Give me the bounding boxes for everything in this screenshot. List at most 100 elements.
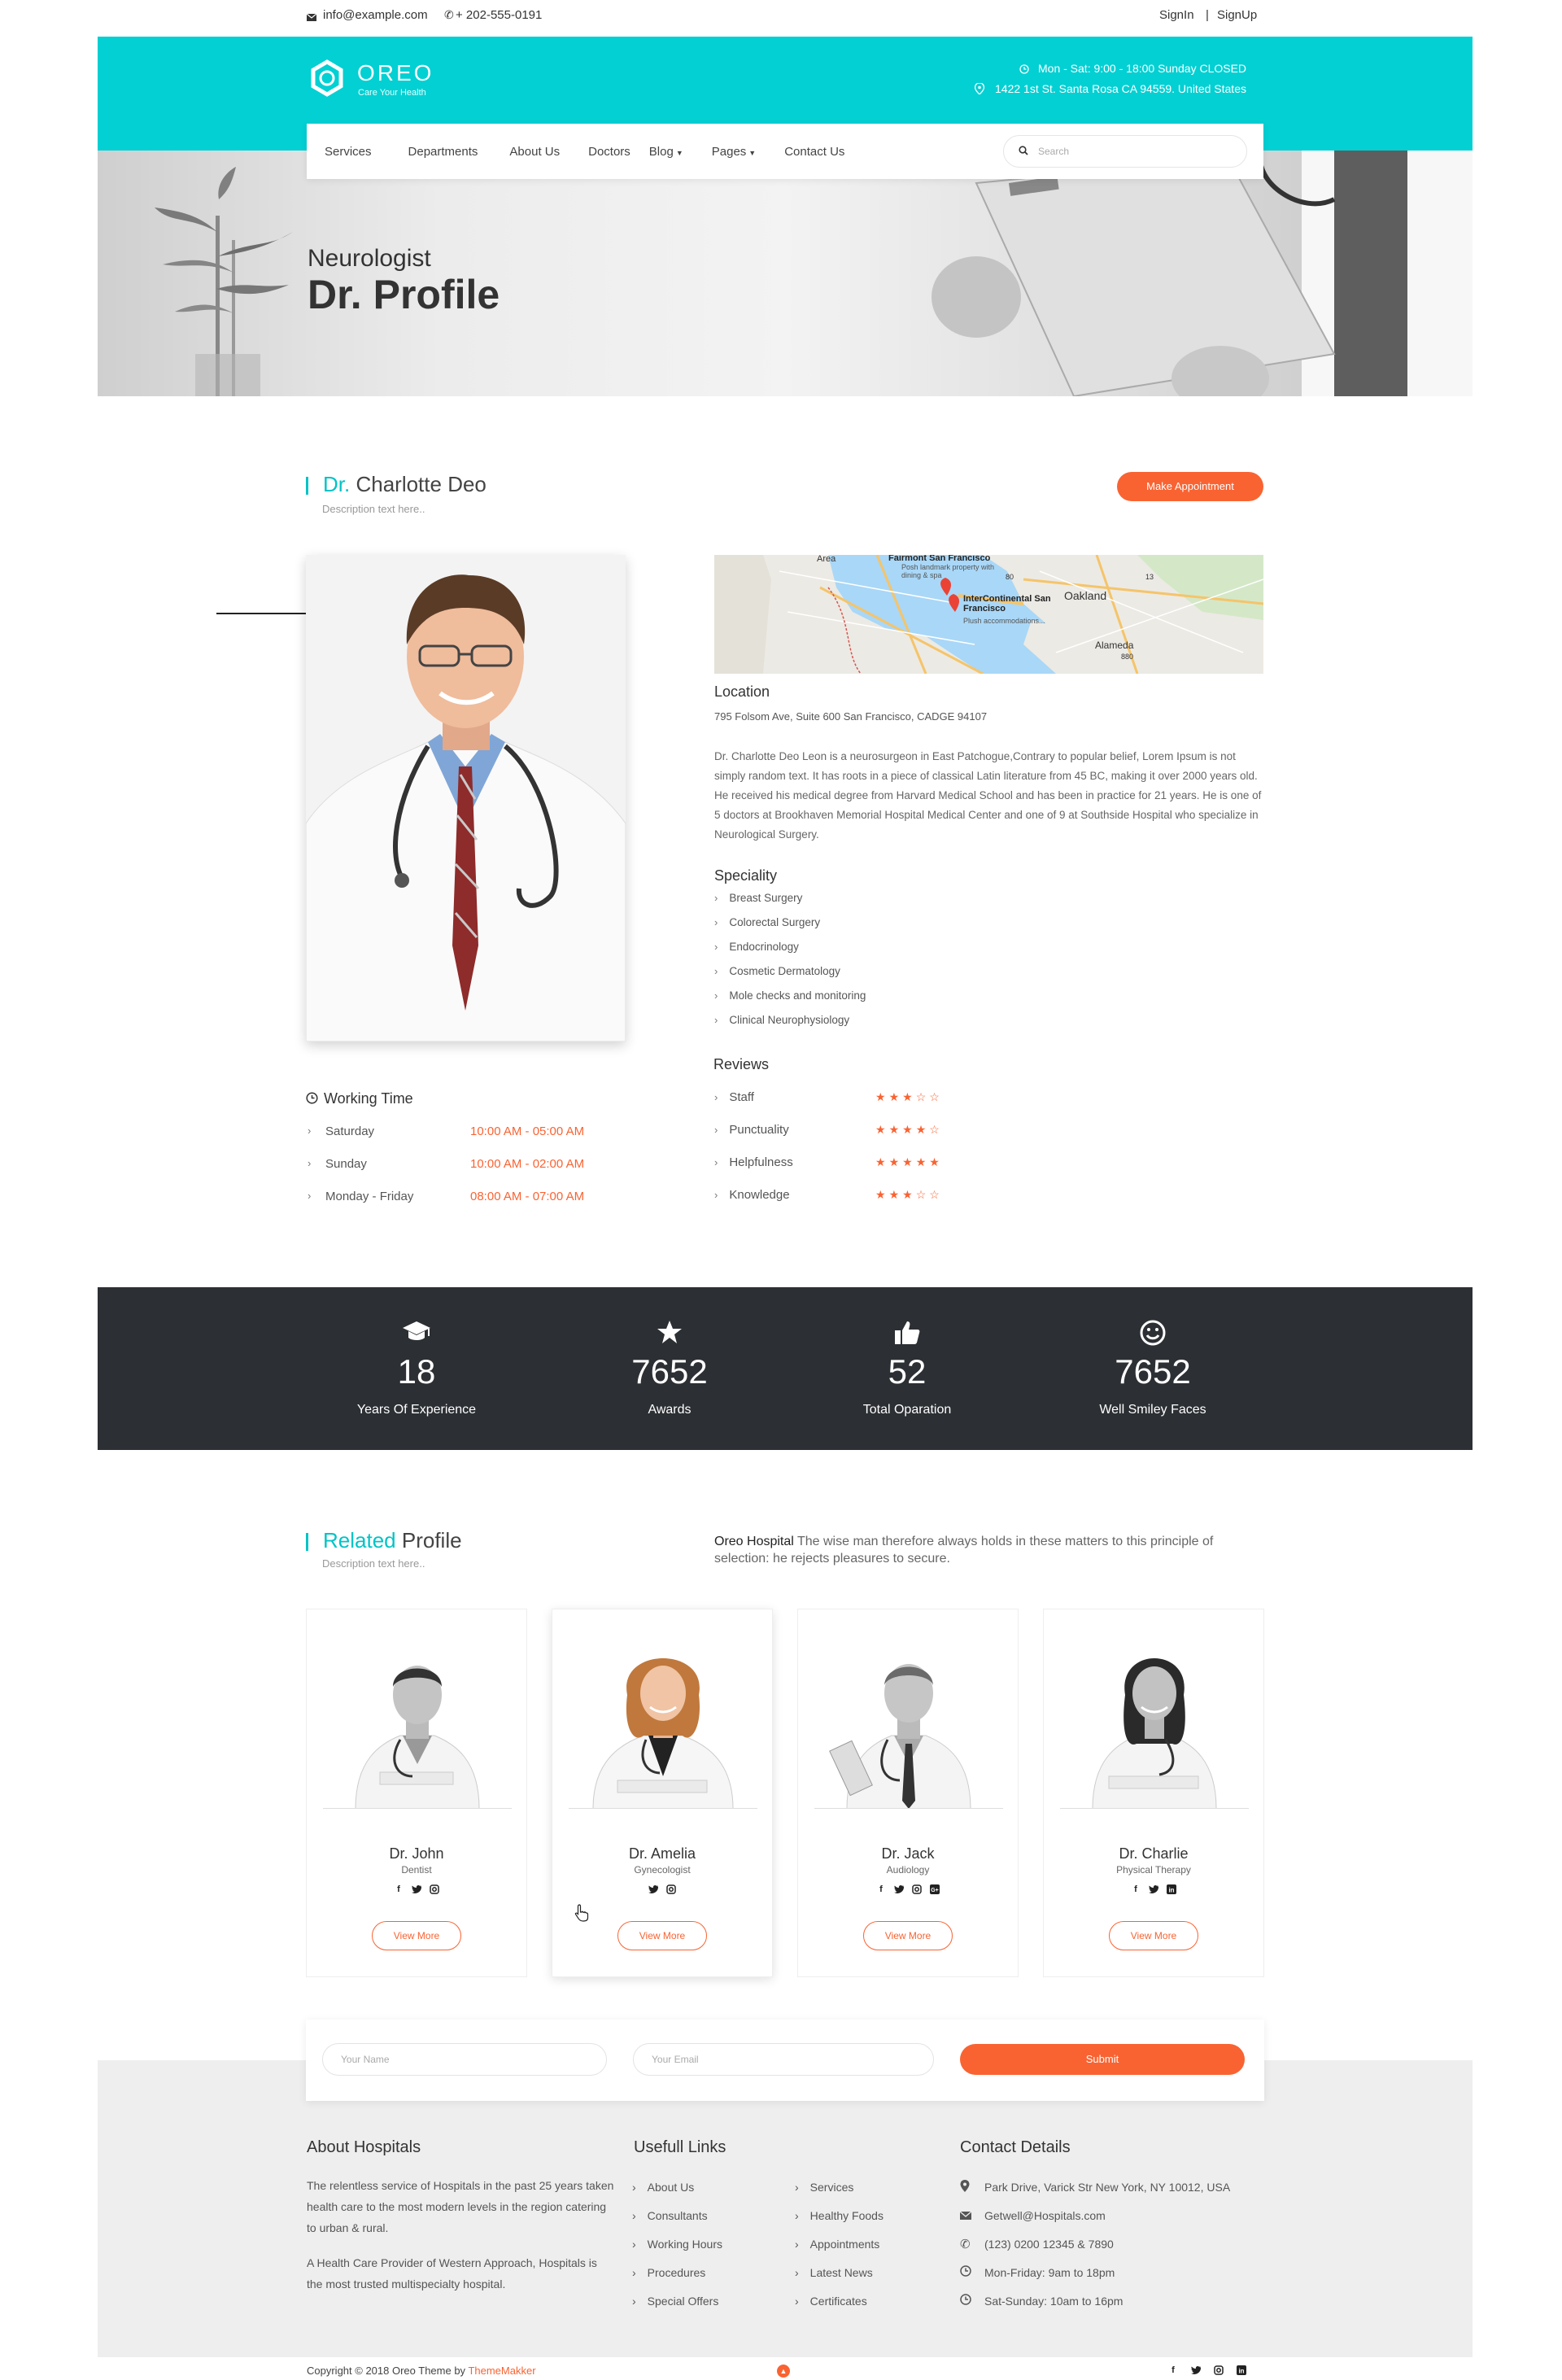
chevron-right-icon: › (308, 1157, 312, 1169)
stat-experience: 18 Years Of Experience (311, 1320, 522, 1417)
chevron-right-icon: › (714, 941, 718, 953)
instagram-icon[interactable] (912, 1884, 922, 1894)
star-empty-icon: ☆ (929, 1188, 943, 1201)
linkedin-icon[interactable]: in (1237, 2365, 1246, 2375)
nav-departments[interactable]: Departments (408, 145, 478, 159)
speciality-label: Breast Surgery (729, 892, 803, 904)
twitter-icon[interactable] (1149, 1884, 1158, 1894)
contact-text[interactable]: Getwell@Hospitals.com (984, 2209, 1106, 2222)
phone-icon: ✆ (444, 8, 454, 21)
section-accent-bar (306, 1533, 308, 1551)
nav-blog-label: Blog (648, 144, 674, 159)
footer-link[interactable]: › Services (795, 2173, 949, 2201)
footer-link[interactable]: › Special Offers (632, 2286, 787, 2315)
location-map[interactable]: Area Fairmont San Francisco Posh landmar… (714, 555, 1263, 674)
nav-pages[interactable]: Pages ▼ (712, 145, 756, 159)
stat-value: 7652 (631, 1352, 708, 1391)
reviews-list: › Staff ★★★☆☆ › Punctuality ★★★★☆ › Helpful… (714, 1090, 1040, 1221)
google-plus-icon[interactable]: G+ (930, 1884, 940, 1894)
stats-band: 18 Years Of Experience 7652 Awards 52 To… (98, 1287, 1473, 1450)
facebook-icon[interactable]: f (876, 1884, 886, 1894)
footer-link[interactable]: › About Us (632, 2173, 787, 2201)
credit-link[interactable]: ThemeMakker (468, 2365, 535, 2377)
speciality-item: › Mole checks and monitoring (714, 989, 1040, 1014)
footer-link[interactable]: › Latest News (795, 2258, 949, 2286)
doctor-role: Physical Therapy (1116, 1864, 1191, 1876)
footer-link[interactable]: › Working Hours (632, 2229, 787, 2258)
facebook-icon[interactable]: f (1168, 2365, 1178, 2375)
star-empty-icon: ☆ (915, 1188, 930, 1201)
instagram-icon[interactable] (1214, 2365, 1224, 2375)
doctor-role: Audiology (886, 1864, 930, 1876)
email-placeholder: Your Email (652, 2054, 699, 2065)
related-description: Description text here.. (322, 1557, 425, 1570)
nav-blog[interactable]: Blog ▼ (649, 145, 683, 159)
email-input[interactable]: Your Email (633, 2043, 934, 2076)
nav-doctors[interactable]: Doctors (588, 145, 630, 159)
star-filled-icon: ★ (888, 1188, 903, 1201)
linkedin-icon[interactable]: in (1167, 1884, 1176, 1894)
profile-heading: Dr. Charlotte Deo (323, 472, 486, 497)
view-more-button[interactable]: View More (863, 1921, 953, 1950)
signin-link[interactable]: SignIn (1159, 8, 1194, 22)
footer-link[interactable]: › Healthy Foods (795, 2201, 949, 2229)
view-more-button[interactable]: View More (372, 1921, 461, 1950)
chevron-right-icon: › (308, 1124, 312, 1137)
working-time-heading: Working Time (324, 1090, 413, 1107)
doctor-card[interactable]: Dr. John Dentist f View More (306, 1609, 527, 1977)
star-filled-icon: ★ (915, 1123, 930, 1136)
instagram-icon[interactable] (666, 1884, 676, 1894)
twitter-icon[interactable] (1191, 2365, 1201, 2375)
name-input[interactable]: Your Name (322, 2043, 607, 2076)
footer-link-label: About Us (647, 2180, 695, 2194)
facebook-icon[interactable]: f (394, 1884, 404, 1894)
topbar-email[interactable]: info@example.com (323, 8, 428, 22)
contact-text: Park Drive, Varick Str New York, NY 1001… (984, 2180, 1231, 2194)
twitter-icon[interactable] (894, 1884, 904, 1894)
make-appointment-button[interactable]: Make Appointment (1117, 472, 1263, 501)
footer-link[interactable]: › Procedures (632, 2258, 787, 2286)
nav-about-us[interactable]: About Us (509, 145, 560, 159)
scroll-top-button[interactable]: ▲ (777, 2365, 790, 2378)
doctor-name[interactable]: Dr. Charlie (1044, 1845, 1263, 1863)
doctor-photo (569, 1622, 757, 1809)
speciality-label: Clinical Neurophysiology (729, 1014, 850, 1026)
signup-link[interactable]: SignUp (1217, 8, 1257, 22)
nav-contact-us[interactable]: Contact Us (784, 145, 844, 159)
nav-services[interactable]: Services (325, 145, 372, 159)
star-filled-icon: ★ (888, 1123, 903, 1136)
logo-icon (311, 59, 343, 97)
section-accent-bar (306, 477, 308, 495)
facebook-icon[interactable]: f (1131, 1884, 1141, 1894)
star-icon (564, 1320, 775, 1346)
related-accent: Related (323, 1528, 396, 1552)
caret-down-icon: ▼ (675, 148, 683, 157)
social-links: f (307, 1884, 526, 1894)
doctor-card[interactable]: Dr. Jack Audiology f G+ View More (797, 1609, 1019, 1977)
related-title: Profile (401, 1528, 462, 1552)
footer-about-heading: About Hospitals (307, 2138, 421, 2156)
clock-icon (960, 2265, 984, 2279)
doctor-card[interactable]: Dr. Charlie Physical Therapy f in View M… (1043, 1609, 1264, 1977)
footer-link[interactable]: › Consultants (632, 2201, 787, 2229)
search-box[interactable]: Search (1003, 135, 1247, 168)
submit-button[interactable]: Submit (960, 2044, 1245, 2075)
brand-logo[interactable]: OREO Care Your Health (307, 59, 469, 103)
twitter-icon[interactable] (648, 1884, 658, 1894)
view-more-button[interactable]: View More (1109, 1921, 1198, 1950)
view-more-button[interactable]: View More (617, 1921, 707, 1950)
twitter-icon[interactable] (412, 1884, 421, 1894)
footer-link[interactable]: › Certificates (795, 2286, 949, 2315)
doctor-name[interactable]: Dr. Amelia (552, 1845, 772, 1863)
footer-link[interactable]: › Appointments (795, 2229, 949, 2258)
topbar-phone[interactable]: + 202-555-0191 (456, 8, 542, 22)
doctor-name[interactable]: Dr. Jack (798, 1845, 1018, 1863)
doctor-name[interactable]: Dr. John (307, 1845, 526, 1863)
star-filled-icon: ★ (902, 1155, 916, 1168)
chevron-right-icon: › (714, 1091, 718, 1103)
chevron-right-icon: › (308, 1190, 312, 1202)
search-icon (1019, 145, 1028, 158)
subscribe-form: Your Name Your Email Submit (306, 2020, 1264, 2101)
profile-description: Description text here.. (322, 503, 425, 515)
instagram-icon[interactable] (430, 1884, 439, 1894)
